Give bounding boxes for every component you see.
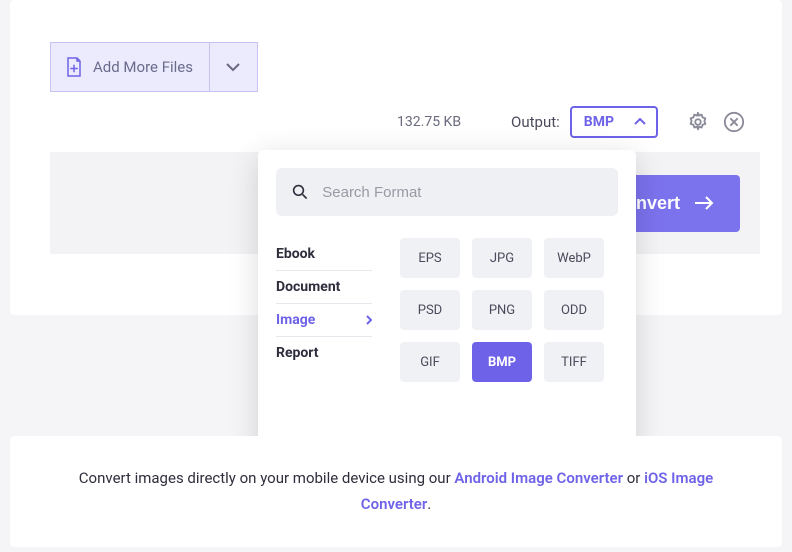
category-label: Report (276, 345, 319, 361)
add-more-files-label: Add More Files (93, 58, 193, 76)
add-file-icon (65, 56, 83, 78)
chevron-down-icon (225, 62, 241, 72)
footer-card: Convert images directly on your mobile d… (10, 436, 782, 547)
format-psd[interactable]: PSD (400, 290, 460, 330)
dropdown-body: Ebook Document Image Report EPS JPG WebP PSD PN… (276, 238, 618, 382)
category-label: Ebook (276, 246, 315, 262)
caret-right-icon (366, 315, 372, 325)
format-jpg[interactable]: JPG (472, 238, 532, 278)
add-more-bar: Add More Files (50, 42, 258, 92)
format-bmp[interactable]: BMP (472, 342, 532, 382)
format-tiff[interactable]: TIFF (544, 342, 604, 382)
category-ebook[interactable]: Ebook (276, 238, 372, 271)
category-report[interactable]: Report (276, 337, 372, 369)
search-box (276, 168, 618, 216)
format-gif[interactable]: GIF (400, 342, 460, 382)
output-label: Output: (511, 113, 560, 131)
format-grid: EPS JPG WebP PSD PNG ODD GIF BMP TIFF (400, 238, 604, 382)
format-odd[interactable]: ODD (544, 290, 604, 330)
category-image[interactable]: Image (276, 304, 372, 337)
add-more-caret-button[interactable] (209, 43, 257, 91)
android-converter-link[interactable]: Android Image Converter (454, 469, 623, 487)
remove-file-button[interactable] (720, 108, 748, 136)
category-document[interactable]: Document (276, 271, 372, 304)
category-list: Ebook Document Image Report (276, 238, 372, 382)
arrow-right-icon (694, 196, 714, 210)
format-png[interactable]: PNG (472, 290, 532, 330)
footer-suffix: . (427, 495, 431, 513)
category-label: Document (276, 279, 340, 295)
add-more-files-button[interactable]: Add More Files (51, 43, 209, 91)
format-eps[interactable]: EPS (400, 238, 460, 278)
output-format-value: BMP (584, 114, 614, 130)
chevron-up-icon (634, 118, 646, 126)
search-input[interactable] (322, 184, 602, 201)
footer-prefix: Convert images directly on your mobile d… (79, 469, 455, 487)
format-webp[interactable]: WebP (544, 238, 604, 278)
settings-button[interactable] (684, 108, 712, 136)
file-row: 132.75 KB Output: BMP (50, 92, 760, 152)
output-format-select[interactable]: BMP (570, 106, 658, 138)
close-icon (723, 111, 745, 133)
file-size: 132.75 KB (397, 114, 461, 130)
gear-icon (687, 111, 709, 133)
footer-middle: or (623, 469, 644, 487)
footer-text: Convert images directly on your mobile d… (50, 466, 742, 517)
search-icon (292, 183, 308, 201)
category-label: Image (276, 312, 315, 328)
